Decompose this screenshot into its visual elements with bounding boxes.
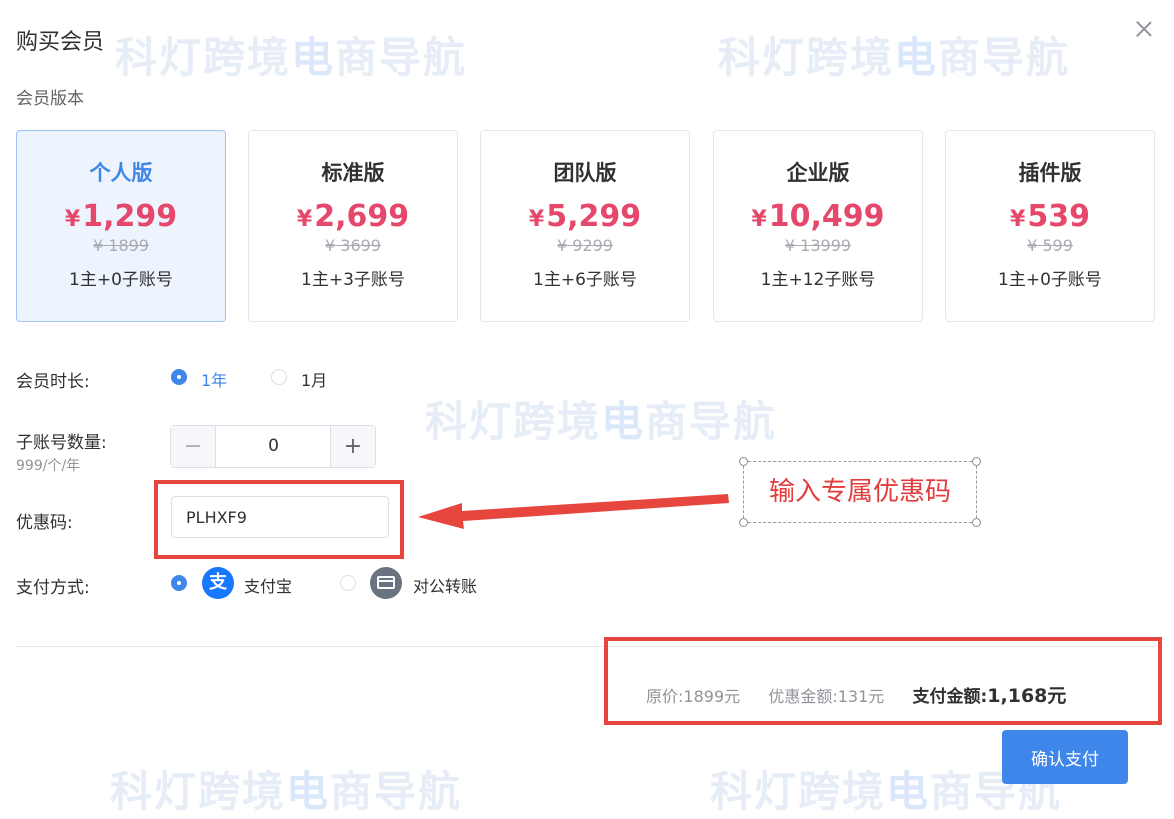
close-icon[interactable] bbox=[1133, 18, 1155, 40]
plan-card-enterprise[interactable]: 企业版 ¥10,499 ¥ 13999 1主+12子账号 bbox=[713, 130, 923, 322]
annotation-callout: 输入专属优惠码 bbox=[739, 457, 981, 527]
plan-card-plugin[interactable]: 插件版 ¥539 ¥ 599 1主+0子账号 bbox=[945, 130, 1155, 322]
sub-account-stepper: − + bbox=[170, 425, 376, 468]
plan-accounts: 1主+3子账号 bbox=[301, 270, 405, 290]
plan-card-team[interactable]: 团队版 ¥5,299 ¥ 9299 1主+6子账号 bbox=[480, 130, 690, 322]
coupon-highlight-box bbox=[154, 480, 404, 559]
sub-account-label: 子账号数量: bbox=[16, 433, 107, 453]
plan-price: ¥1,299 bbox=[64, 199, 178, 234]
duration-label: 会员时长: bbox=[16, 372, 90, 392]
duration-option-label[interactable]: 1年 bbox=[201, 367, 227, 391]
plan-original-price: ¥ 9299 bbox=[557, 236, 613, 255]
annotation-arrow-icon bbox=[418, 494, 729, 529]
duration-option-label[interactable]: 1月 bbox=[301, 367, 327, 391]
payment-radio-alipay[interactable] bbox=[171, 575, 187, 591]
plan-accounts: 1主+0子账号 bbox=[69, 270, 173, 290]
payment-method-label: 支付方式: bbox=[16, 578, 90, 598]
payment-option-label[interactable]: 对公转账 bbox=[413, 573, 477, 597]
plan-price: ¥10,499 bbox=[751, 199, 885, 234]
alipay-icon: 支 bbox=[202, 567, 234, 599]
dialog-title: 购买会员 bbox=[16, 30, 105, 55]
summary-highlight-box bbox=[604, 637, 1162, 725]
decrement-button[interactable]: − bbox=[171, 426, 216, 467]
plan-price: ¥5,299 bbox=[528, 199, 642, 234]
plan-original-price: ¥ 1899 bbox=[93, 236, 149, 255]
plan-name: 团队版 bbox=[553, 161, 617, 185]
bank-card-icon bbox=[370, 567, 402, 599]
plan-name: 企业版 bbox=[786, 161, 850, 185]
plan-original-price: ¥ 13999 bbox=[784, 236, 852, 255]
payment-radio-bank-transfer[interactable] bbox=[340, 575, 356, 591]
coupon-label: 优惠码: bbox=[16, 513, 73, 533]
increment-button[interactable]: + bbox=[330, 426, 375, 467]
plan-name: 标准版 bbox=[321, 161, 385, 185]
plan-price: ¥2,699 bbox=[296, 199, 410, 234]
plan-name: 插件版 bbox=[1018, 161, 1082, 185]
duration-radio-1-year[interactable] bbox=[171, 369, 187, 385]
plan-name: 个人版 bbox=[89, 161, 153, 185]
plan-original-price: ¥ 599 bbox=[1027, 236, 1073, 255]
plan-original-price: ¥ 3699 bbox=[325, 236, 381, 255]
plan-card-personal[interactable]: 个人版 ¥1,299 ¥ 1899 1主+0子账号 bbox=[16, 130, 226, 322]
plan-list: 个人版 ¥1,299 ¥ 1899 1主+0子账号 标准版 ¥2,699 ¥ 3… bbox=[16, 130, 1156, 322]
plan-accounts: 1主+12子账号 bbox=[760, 270, 876, 290]
plan-accounts: 1主+6子账号 bbox=[533, 270, 637, 290]
plan-accounts: 1主+0子账号 bbox=[998, 270, 1102, 290]
plan-section-label: 会员版本 bbox=[16, 89, 84, 109]
confirm-payment-button[interactable]: 确认支付 bbox=[1002, 730, 1128, 784]
sub-account-quantity-input[interactable] bbox=[216, 426, 331, 467]
annotation-text: 输入专属优惠码 bbox=[768, 477, 951, 507]
plan-price: ¥539 bbox=[1010, 199, 1090, 234]
payment-option-label[interactable]: 支付宝 bbox=[244, 573, 292, 597]
plan-card-standard[interactable]: 标准版 ¥2,699 ¥ 3699 1主+3子账号 bbox=[248, 130, 458, 322]
duration-radio-1-month[interactable] bbox=[271, 369, 287, 385]
sub-account-price-note: 999/个/年 bbox=[16, 458, 81, 474]
